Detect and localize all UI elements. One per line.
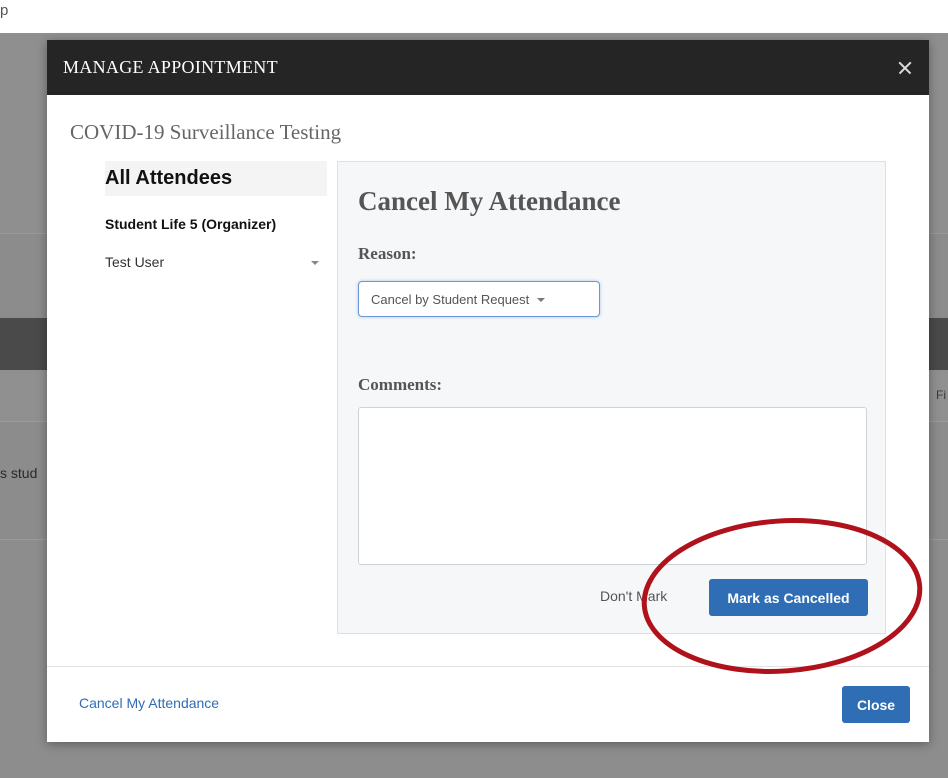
reason-label: Reason: (358, 244, 417, 263)
chevron-down-icon (537, 298, 546, 302)
reason-select[interactable]: Cancel by Student Request (358, 281, 600, 317)
modal-footer: Cancel My Attendance Close (47, 666, 929, 742)
attendee-organizer[interactable]: Student Life 5 (Organizer) (105, 216, 327, 232)
comments-label: Comments: (358, 375, 443, 394)
panel-title: Cancel My Attendance (358, 186, 621, 216)
page-top-text: p (0, 2, 9, 19)
reason-select-value: Cancel by Student Request (371, 291, 530, 307)
dont-mark-button[interactable]: Don't Mark (600, 588, 667, 604)
attendee-item[interactable]: Test User (105, 254, 327, 270)
close-icon[interactable] (895, 58, 915, 78)
manage-appointment-modal: MANAGE APPOINTMENT COVID-19 Surveillance… (47, 40, 929, 742)
modal-title: MANAGE APPOINTMENT (63, 57, 278, 77)
cancel-attendance-panel: Cancel My Attendance Reason: Cancel by S… (337, 161, 886, 634)
attendees-heading: All Attendees (105, 161, 327, 196)
modal-header: MANAGE APPOINTMENT (47, 40, 929, 95)
comments-input[interactable] (358, 407, 867, 565)
event-title: COVID-19 Surveillance Testing (70, 120, 342, 144)
attendees-list: All Attendees Student Life 5 (Organizer)… (105, 161, 327, 270)
page-top-strip: p (0, 0, 948, 33)
mark-as-cancelled-button[interactable]: Mark as Cancelled (709, 579, 868, 616)
background-left-text: s stud (0, 465, 38, 481)
attendee-name: Test User (105, 254, 165, 270)
background-right-text: Fi (936, 388, 946, 402)
close-button[interactable]: Close (842, 686, 910, 723)
chevron-down-icon[interactable] (311, 261, 319, 265)
cancel-my-attendance-link[interactable]: Cancel My Attendance (79, 695, 219, 711)
